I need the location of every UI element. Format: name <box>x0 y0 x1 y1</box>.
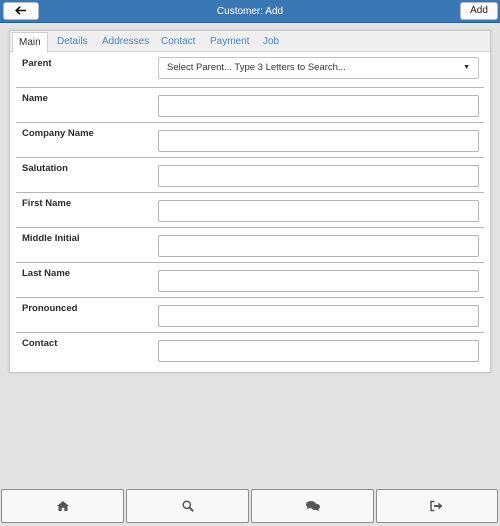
parent-select-placeholder: Select Parent... Type 3 Letters to Searc… <box>167 62 346 73</box>
contact-input[interactable] <box>158 340 479 362</box>
middle-initial-label: Middle Initial <box>22 233 80 244</box>
tab-bar: Main Details Addresses Contact Payment J… <box>10 31 490 53</box>
arrow-left-icon <box>15 6 26 15</box>
tab-payment[interactable]: Payment <box>210 31 249 52</box>
form-row-parent: Parent Select Parent... Type 3 Letters t… <box>16 53 484 88</box>
page-title: Customer: Add <box>216 6 284 17</box>
middle-initial-input[interactable] <box>158 235 479 257</box>
caret-down-icon: ▼ <box>463 64 470 71</box>
tab-main[interactable]: Main <box>12 32 48 53</box>
first-name-input[interactable] <box>158 200 479 222</box>
contact-label: Contact <box>22 338 58 349</box>
parent-select[interactable]: Select Parent... Type 3 Letters to Searc… <box>158 57 479 79</box>
logout-icon <box>430 500 443 512</box>
chat-icon <box>305 501 320 512</box>
company-name-label: Company Name <box>22 128 94 139</box>
tab-job[interactable]: Job <box>263 31 279 52</box>
salutation-label: Salutation <box>22 163 68 174</box>
form-row-pronounced: Pronounced <box>16 298 484 333</box>
customer-form-panel: Main Details Addresses Contact Payment J… <box>9 30 491 373</box>
home-icon <box>56 501 69 511</box>
tab-addresses[interactable]: Addresses <box>102 31 149 52</box>
form-row-company-name: Company Name <box>16 123 484 158</box>
back-button[interactable] <box>3 2 39 20</box>
search-button[interactable] <box>126 489 249 523</box>
logout-button[interactable] <box>376 489 498 523</box>
salutation-input[interactable] <box>158 165 479 187</box>
form-row-contact: Contact <box>16 333 484 368</box>
add-button[interactable]: Add <box>460 2 498 20</box>
tab-contact[interactable]: Contact <box>161 31 195 52</box>
chat-button[interactable] <box>251 489 374 523</box>
pronounced-input[interactable] <box>158 305 479 327</box>
search-icon <box>181 500 194 512</box>
pronounced-label: Pronounced <box>22 303 78 314</box>
last-name-label: Last Name <box>22 268 71 279</box>
form-row-last-name: Last Name <box>16 263 484 298</box>
last-name-input[interactable] <box>158 270 479 292</box>
name-label: Name <box>22 93 48 104</box>
name-input[interactable] <box>158 95 479 117</box>
home-button[interactable] <box>1 489 124 523</box>
form-row-salutation: Salutation <box>16 158 484 193</box>
tab-details[interactable]: Details <box>57 31 88 52</box>
company-name-input[interactable] <box>158 130 479 152</box>
first-name-label: First Name <box>22 198 72 209</box>
form-row-name: Name <box>16 88 484 123</box>
form-row-middle-initial: Middle Initial <box>16 228 484 263</box>
parent-label: Parent <box>22 58 52 69</box>
app-header: Customer: Add Add <box>0 0 500 23</box>
form-row-first-name: First Name <box>16 193 484 228</box>
